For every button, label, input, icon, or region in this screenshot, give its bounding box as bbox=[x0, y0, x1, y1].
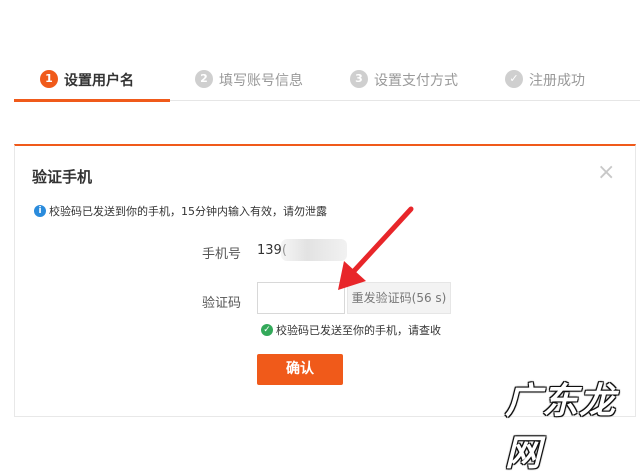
step-register-success: ✓ 注册成功 bbox=[505, 70, 585, 100]
close-icon[interactable]: × bbox=[597, 162, 615, 184]
info-icon: i bbox=[34, 205, 46, 217]
watermark-logo: 广东龙网 bbox=[505, 380, 617, 474]
step-2-label: 填写账号信息 bbox=[219, 73, 303, 89]
resend-code-button[interactable]: 重发验证码(56 s) bbox=[347, 282, 451, 314]
info-tip-text: 校验码已发送到你的手机，15分钟内输入有效，请勿泄露 bbox=[49, 205, 327, 218]
success-tip: ✓ 校验码已发送至你的手机，请查收 bbox=[261, 322, 441, 338]
step-1-label: 设置用户名 bbox=[64, 73, 134, 89]
active-step-underline bbox=[14, 99, 170, 102]
success-tip-text: 校验码已发送至你的手机，请查收 bbox=[276, 324, 441, 337]
phone-blur-mask bbox=[281, 239, 347, 261]
step-3-label: 设置支付方式 bbox=[374, 73, 458, 89]
confirm-button[interactable]: 确认 bbox=[257, 354, 343, 385]
phone-label: 手机号 bbox=[202, 247, 242, 262]
step-4-label: 注册成功 bbox=[529, 73, 585, 89]
verification-code-input[interactable] bbox=[257, 282, 345, 314]
step-1-number: 1 bbox=[40, 70, 58, 88]
step-3-number: 3 bbox=[350, 70, 368, 88]
dialog-title: 验证手机 bbox=[32, 168, 93, 186]
step-payment-method: 3 设置支付方式 bbox=[350, 70, 458, 100]
registration-steps: 1 设置用户名 2 填写账号信息 3 设置支付方式 ✓ 注册成功 bbox=[14, 66, 640, 102]
step-set-username: 1 设置用户名 bbox=[40, 70, 134, 100]
code-label: 验证码 bbox=[202, 296, 242, 311]
step-2-number: 2 bbox=[195, 70, 213, 88]
check-circle-icon: ✓ bbox=[261, 324, 273, 336]
step-account-info: 2 填写账号信息 bbox=[195, 70, 303, 100]
step-4-check-icon: ✓ bbox=[505, 70, 523, 88]
info-tip: i 校验码已发送到你的手机，15分钟内输入有效，请勿泄露 bbox=[34, 203, 327, 219]
